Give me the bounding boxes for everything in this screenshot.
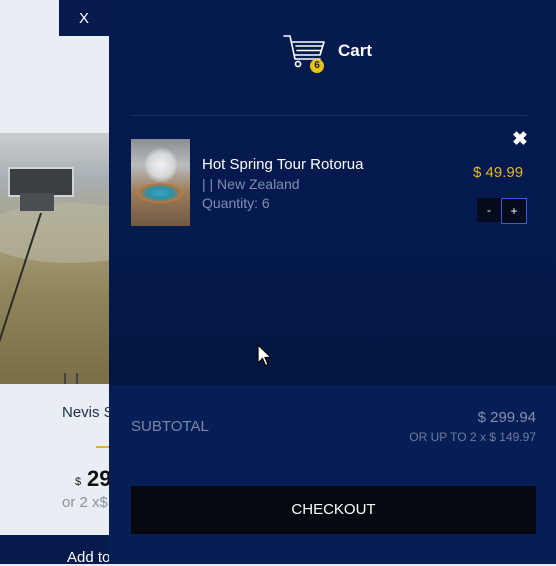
installment-text: or 2 x$	[62, 494, 108, 511]
cart-count-badge: 6	[310, 59, 324, 73]
price-currency: $	[75, 476, 82, 488]
product-name[interactable]: Nevis S	[62, 404, 114, 421]
subtotal-value: $ 299.94	[477, 409, 536, 426]
cart-header: 6 Cart	[109, 0, 556, 100]
item-location: | | New Zealand	[202, 176, 300, 192]
cart-drawer: 6 Cart ✖ Hot Spring Tour Rotorua | | New…	[109, 0, 556, 564]
add-to-cart-label: Add to	[67, 549, 111, 566]
item-thumbnail	[131, 139, 190, 226]
mouse-cursor-icon	[257, 344, 273, 367]
installment-note: OR UP TO 2 x $ 149.97	[409, 430, 536, 444]
cart-footer: SUBTOTAL $ 299.94 OR UP TO 2 x $ 149.97 …	[109, 385, 556, 564]
header-divider	[131, 115, 527, 116]
item-name[interactable]: Hot Spring Tour Rotorua	[202, 156, 363, 173]
item-price: $ 49.99	[473, 164, 524, 181]
product-price: 29	[87, 466, 112, 491]
cart-title: Cart	[338, 41, 373, 60]
checkout-button[interactable]: CHECKOUT	[131, 486, 536, 534]
close-label: X	[79, 9, 90, 27]
decrease-quantity-button[interactable]: -	[477, 198, 501, 222]
subtotal-label: SUBTOTAL	[131, 418, 209, 435]
remove-item-icon[interactable]: ✖	[512, 128, 528, 151]
increase-quantity-button[interactable]: +	[501, 198, 527, 224]
item-quantity: Quantity: 6	[202, 195, 270, 211]
